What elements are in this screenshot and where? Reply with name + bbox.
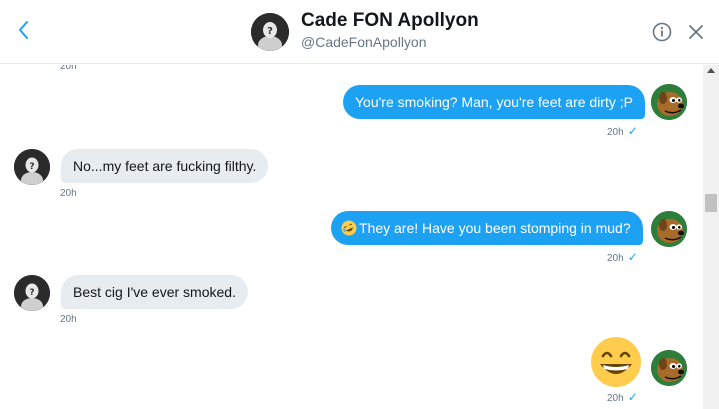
message-timestamp-row: 20h ✓ xyxy=(607,124,638,138)
svg-text:?: ? xyxy=(29,162,34,172)
message-timestamp: 20h xyxy=(60,65,77,72)
recipient-avatar[interactable]: ? xyxy=(14,275,50,311)
message-timestamp: 20h xyxy=(607,393,624,404)
header-handle: @CadeFonApollyon xyxy=(301,34,427,50)
grinning-face-emoji-icon[interactable] xyxy=(590,336,642,388)
message-thread[interactable]: 20h You're smoking? Man, you're feet are… xyxy=(0,65,703,409)
outgoing-message-bubble[interactable]: They are! Have you been stomping in mud? xyxy=(331,211,643,245)
header-display-name[interactable]: Cade FON Apollyon xyxy=(301,10,479,32)
scroll-up-arrow-icon[interactable] xyxy=(707,68,715,73)
message-timestamp: 20h xyxy=(60,314,77,325)
incoming-message-bubble[interactable]: No...my feet are fucking filthy. xyxy=(61,149,269,183)
outgoing-message-bubble[interactable]: You're smoking? Man, you're feet are dir… xyxy=(343,85,645,119)
rolling-on-floor-laughing-emoji-icon xyxy=(341,214,357,236)
close-icon[interactable] xyxy=(685,21,707,43)
conversation-header: ? Cade FON Apollyon @CadeFonApollyon xyxy=(0,0,719,64)
sender-avatar[interactable] xyxy=(651,211,687,247)
message-timestamp: 20h xyxy=(60,188,77,199)
message-text: They are! Have you been stomping in mud? xyxy=(359,220,631,236)
thread-scrollbar[interactable] xyxy=(703,65,719,409)
sent-checkmark-icon: ✓ xyxy=(627,390,638,404)
sender-avatar[interactable] xyxy=(651,350,687,386)
sender-avatar[interactable] xyxy=(651,84,687,120)
message-timestamp-row: 20h ✓ xyxy=(607,390,638,404)
incoming-message-bubble[interactable]: Best cig I've ever smoked. xyxy=(61,275,248,309)
message-timestamp: 20h xyxy=(607,253,624,264)
back-arrow-icon[interactable] xyxy=(12,18,36,42)
svg-text:?: ? xyxy=(267,26,273,37)
scrollbar-thumb[interactable] xyxy=(705,194,717,212)
message-timestamp: 20h xyxy=(607,127,624,138)
header-avatar[interactable]: ? xyxy=(251,13,289,51)
svg-text:?: ? xyxy=(29,288,34,298)
message-timestamp-row: 20h ✓ xyxy=(607,250,638,264)
sent-checkmark-icon: ✓ xyxy=(627,124,638,138)
recipient-avatar[interactable]: ? xyxy=(14,149,50,185)
sent-checkmark-icon: ✓ xyxy=(627,250,638,264)
info-icon[interactable] xyxy=(651,21,673,43)
